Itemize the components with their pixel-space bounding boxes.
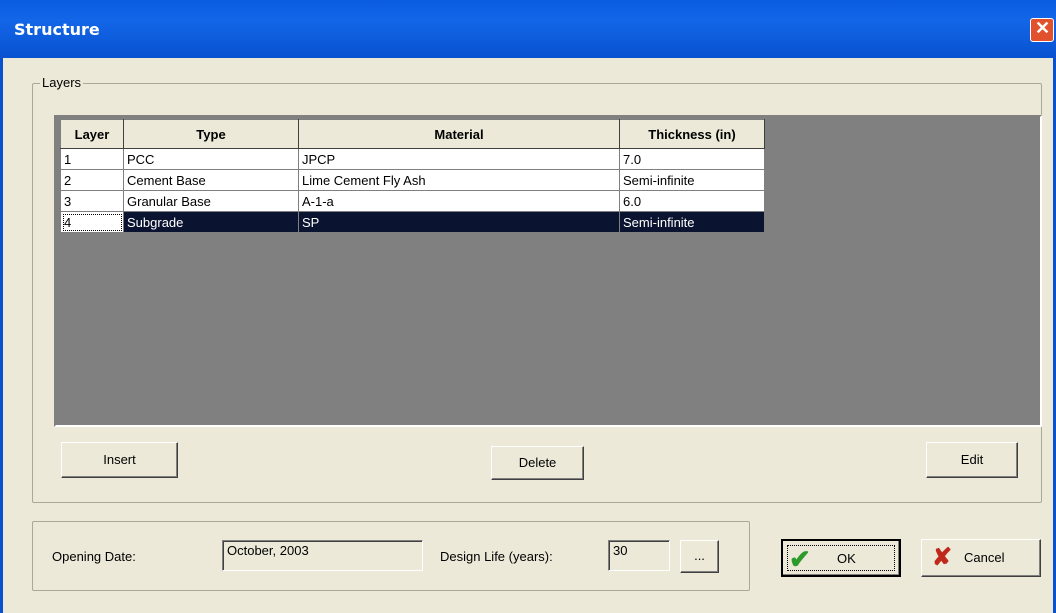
table-header-row: Layer Type Material Thickness (in) (60, 119, 765, 149)
insert-button[interactable]: Insert (61, 442, 178, 478)
cancel-button[interactable]: ✘ Cancel (921, 539, 1041, 577)
table-row[interactable]: 1 PCC JPCP 7.0 (60, 148, 765, 170)
check-icon: ✔ (789, 544, 811, 574)
window-title: Structure (14, 20, 100, 39)
cell-material[interactable]: A-1-a (298, 190, 620, 212)
cell-type[interactable]: PCC (123, 148, 299, 170)
title-bar[interactable]: Structure ✕ (0, 0, 1056, 58)
design-life-field[interactable]: 30 (608, 540, 670, 571)
delete-label: Delete (518, 455, 557, 470)
opening-date-field: October, 2003 (222, 540, 423, 571)
table-row[interactable]: 2 Cement Base Lime Cement Fly Ash Semi-i… (60, 169, 765, 191)
insert-label: Insert (103, 452, 136, 467)
column-header-layer[interactable]: Layer (60, 119, 124, 149)
cell-layer[interactable]: 2 (60, 169, 124, 191)
edit-label: Edit (960, 452, 984, 467)
cell-thickness[interactable]: 7.0 (619, 148, 765, 170)
ok-button[interactable]: ✔ OK (781, 539, 901, 577)
cell-thickness[interactable]: Semi-infinite (619, 211, 765, 233)
layers-grid[interactable]: Layer Type Material Thickness (in) 1 PCC… (54, 115, 1042, 427)
cell-layer[interactable]: 4 (60, 211, 124, 233)
layers-legend: Layers (40, 75, 84, 90)
design-life-browse-button[interactable]: ... (680, 540, 719, 573)
column-header-material[interactable]: Material (298, 119, 620, 149)
cell-material[interactable]: JPCP (298, 148, 620, 170)
cell-material[interactable]: Lime Cement Fly Ash (298, 169, 620, 191)
cell-type[interactable]: Cement Base (123, 169, 299, 191)
cancel-x-icon: ✘ (932, 544, 953, 571)
close-icon: ✕ (1035, 18, 1051, 38)
design-life-value: 30 (613, 543, 628, 558)
table-row-selected[interactable]: 4 Subgrade SP Semi-infinite (60, 211, 765, 233)
cell-thickness[interactable]: 6.0 (619, 190, 765, 212)
opening-date-value: October, 2003 (227, 543, 309, 558)
layers-table: Layer Type Material Thickness (in) 1 PCC… (60, 119, 765, 233)
design-life-label: Design Life (years): (440, 549, 553, 564)
column-header-thickness[interactable]: Thickness (in) (619, 119, 765, 149)
delete-button[interactable]: Delete (491, 446, 584, 480)
ok-label: OK (837, 551, 856, 566)
cell-type[interactable]: Subgrade (123, 211, 299, 233)
cell-type[interactable]: Granular Base (123, 190, 299, 212)
cell-layer[interactable]: 3 (60, 190, 124, 212)
cell-material[interactable]: SP (298, 211, 620, 233)
table-row[interactable]: 3 Granular Base A-1-a 6.0 (60, 190, 765, 212)
cancel-label: Cancel (964, 550, 1005, 565)
cell-layer[interactable]: 1 (60, 148, 124, 170)
edit-button[interactable]: Edit (926, 442, 1018, 478)
browse-label: ... (694, 548, 705, 563)
opening-date-label: Opening Date: (52, 549, 136, 564)
column-header-type[interactable]: Type (123, 119, 299, 149)
close-button[interactable]: ✕ (1030, 18, 1054, 42)
cell-thickness[interactable]: Semi-infinite (619, 169, 765, 191)
